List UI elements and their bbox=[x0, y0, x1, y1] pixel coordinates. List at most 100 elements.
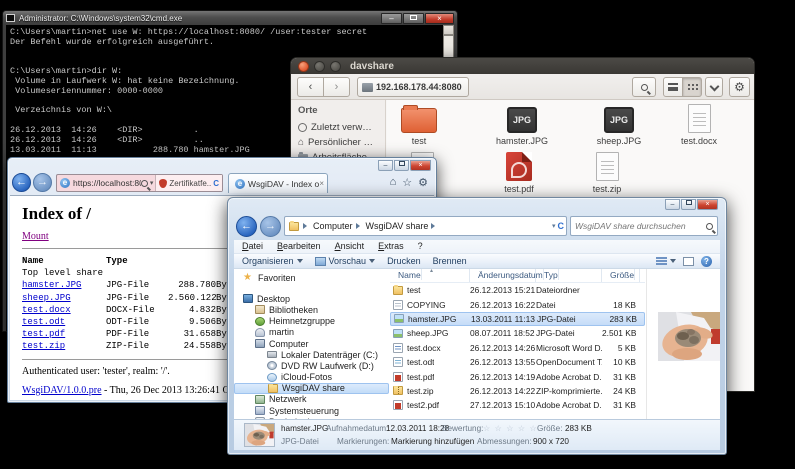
tree-item-martin[interactable]: martin bbox=[234, 327, 389, 338]
tree-item-desktop[interactable]: Desktop bbox=[234, 293, 389, 304]
file-item-test-folder[interactable]: test bbox=[387, 101, 451, 146]
breadcrumb-computer[interactable]: Computer bbox=[313, 221, 353, 231]
file-item-sheep-jpg[interactable]: JPG sheep.JPG bbox=[587, 101, 651, 146]
organize-button[interactable]: Organisieren bbox=[242, 256, 303, 266]
minimize-button[interactable]: – bbox=[381, 13, 402, 24]
tree-item-wsgidav-share[interactable]: WsgiDAV share bbox=[234, 383, 389, 394]
back-button[interactable]: ‹ bbox=[297, 77, 324, 97]
search-button[interactable] bbox=[632, 77, 656, 97]
file-row-sheep-jpg[interactable]: sheep.JPG 08.07.2011 18:52JPG-Datei2.501… bbox=[390, 326, 645, 340]
menu-bearbeiten[interactable]: Bearbeiten bbox=[277, 241, 321, 253]
sidebar-item-recent[interactable]: Zuletzt verw… bbox=[291, 120, 385, 135]
maximize-button[interactable] bbox=[403, 13, 424, 24]
file-link[interactable]: test.odt bbox=[22, 317, 65, 327]
mount-link[interactable]: Mount bbox=[22, 231, 49, 242]
file-row-test-odt[interactable]: test.odt 26.12.2013 13:55OpenDocument T.… bbox=[390, 355, 645, 369]
dropdown-icon[interactable]: ▾ bbox=[150, 179, 154, 187]
file-row-hamster-jpg-selected[interactable]: hamster.JPG 13.03.2011 11:13JPG-Datei283… bbox=[390, 312, 645, 326]
back-button[interactable]: ← bbox=[236, 216, 257, 237]
certificate-error-button[interactable]: Zertifikatfe.. C bbox=[155, 175, 222, 191]
file-item-test-zip[interactable]: test.zip bbox=[575, 149, 639, 194]
column-header-date[interactable]: Änderungsdatum bbox=[470, 269, 536, 282]
scroll-up-icon[interactable] bbox=[443, 25, 454, 35]
search-input[interactable] bbox=[575, 221, 706, 231]
location-breadcrumb[interactable]: 192.168.178.44:8080 bbox=[357, 77, 469, 97]
minimize-button[interactable] bbox=[314, 61, 325, 72]
file-row-test[interactable]: test 26.12.2013 15:21Dateiordner bbox=[390, 283, 645, 297]
forward-button[interactable]: › bbox=[323, 77, 350, 97]
file-item-hamster-jpg[interactable]: JPG hamster.JPG bbox=[490, 101, 554, 146]
file-item-test-pdf[interactable]: test.pdf bbox=[487, 149, 551, 194]
menu-ansicht[interactable]: Ansicht bbox=[335, 241, 365, 253]
maximize-button[interactable] bbox=[681, 199, 696, 210]
nautilus-titlebar[interactable]: davshare bbox=[291, 58, 754, 74]
address-bar[interactable]: Computer WsgiDAV share ▾ C bbox=[284, 216, 567, 236]
tree-item-dvd-laufwerk[interactable]: DVD RW Laufwerk (D:) bbox=[234, 360, 389, 371]
url-text[interactable]: https://localhost:8080/ bbox=[73, 178, 141, 188]
tree-item-heimnetzgruppe[interactable]: Heimnetzgruppe bbox=[234, 316, 389, 327]
view-options-button[interactable] bbox=[705, 77, 723, 97]
address-bar[interactable]: e https://localhost:8080/ ▾ Zertifikatfe… bbox=[56, 174, 223, 192]
wsgidav-version-link[interactable]: WsgiDAV/1.0.0.pre bbox=[22, 385, 102, 396]
sidebar-item-home[interactable]: ⌂Persönlicher … bbox=[291, 135, 385, 150]
tab-close-icon[interactable]: × bbox=[319, 179, 324, 188]
close-button[interactable]: × bbox=[697, 199, 718, 210]
print-button[interactable]: Drucken bbox=[387, 256, 421, 266]
address-dropdown-icon[interactable]: ▾ bbox=[552, 222, 556, 230]
tree-item-systemsteuerung[interactable]: Systemsteuerung bbox=[234, 405, 389, 416]
tree-item-bibliotheken[interactable]: Bibliotheken bbox=[234, 304, 389, 315]
close-button[interactable] bbox=[298, 61, 309, 72]
burn-button[interactable]: Brennen bbox=[433, 256, 467, 266]
tree-item-computer[interactable]: Computer bbox=[234, 338, 389, 349]
maximize-button[interactable] bbox=[394, 160, 409, 171]
cmd-titlebar[interactable]: Administrator: C:\Windows\system32\cmd.e… bbox=[3, 11, 457, 25]
column-header-type[interactable]: Typ bbox=[536, 269, 602, 282]
menu-help[interactable]: ? bbox=[418, 241, 423, 253]
menu-extras[interactable]: Extras bbox=[378, 241, 404, 253]
forward-button[interactable]: → bbox=[260, 216, 281, 237]
column-header-size[interactable]: Größe bbox=[602, 269, 640, 282]
search-box[interactable] bbox=[570, 216, 718, 236]
tree-item-netzwerk[interactable]: Netzwerk bbox=[234, 394, 389, 405]
status-tags-value[interactable]: Markierung hinzufügen bbox=[391, 437, 474, 446]
menu-button[interactable]: ⚙ bbox=[729, 77, 750, 97]
file-link[interactable]: hamster.JPG bbox=[22, 280, 81, 290]
close-button[interactable]: × bbox=[410, 160, 431, 171]
minimize-button[interactable]: – bbox=[378, 160, 393, 171]
file-row-copying[interactable]: COPYING 26.12.2013 16:22Datei18 KB bbox=[390, 297, 645, 311]
file-link[interactable]: test.docx bbox=[22, 305, 71, 315]
preview-pane-toggle-icon[interactable] bbox=[683, 257, 694, 266]
refresh-icon[interactable]: C bbox=[558, 221, 565, 231]
file-row-test-docx[interactable]: test.docx 26.12.2013 14:26Microsoft Word… bbox=[390, 341, 645, 355]
close-button[interactable]: × bbox=[425, 13, 454, 24]
file-row-test2-pdf[interactable]: test2.pdf 27.12.2013 15:10Adobe Acrobat … bbox=[390, 398, 645, 412]
column-header-name[interactable]: ▴Name bbox=[390, 269, 470, 282]
refresh-icon[interactable]: C bbox=[213, 179, 219, 188]
file-link[interactable]: sheep.JPG bbox=[22, 293, 71, 303]
file-link[interactable]: test.zip bbox=[22, 341, 65, 351]
tree-item-lokaler-datentraeger[interactable]: Lokaler Datenträger (C:) bbox=[234, 349, 389, 360]
favorites-star-icon[interactable]: ☆ bbox=[402, 176, 412, 189]
forward-button[interactable]: → bbox=[33, 173, 52, 192]
tab-index-of[interactable]: e WsgiDAV - Index of / × bbox=[228, 173, 328, 193]
help-icon[interactable]: ? bbox=[701, 256, 712, 267]
minimize-button[interactable]: – bbox=[665, 199, 680, 210]
back-button[interactable]: ← bbox=[12, 173, 31, 192]
tree-item-icloud-fotos[interactable]: iCloud-Fotos bbox=[234, 372, 389, 383]
menu-datei[interactable]: Datei bbox=[242, 241, 263, 253]
preview-button[interactable]: Vorschau bbox=[315, 256, 376, 266]
list-view-button[interactable] bbox=[663, 77, 683, 97]
search-icon[interactable] bbox=[141, 180, 148, 187]
file-link[interactable]: test.pdf bbox=[22, 329, 65, 339]
tree-item-favoriten[interactable]: Favoriten bbox=[234, 272, 389, 283]
grid-view-button[interactable] bbox=[682, 77, 702, 97]
file-row-test-pdf[interactable]: test.pdf 26.12.2013 14:19Adobe Acrobat D… bbox=[390, 369, 645, 383]
settings-gear-icon[interactable]: ⚙ bbox=[418, 176, 428, 189]
file-item-test-docx[interactable]: test.docx bbox=[667, 101, 731, 146]
file-row-test-zip[interactable]: test.zip 26.12.2013 14:22ZIP-komprimiert… bbox=[390, 384, 645, 398]
home-icon[interactable]: ⌂ bbox=[390, 176, 397, 189]
change-view-button[interactable] bbox=[656, 256, 676, 266]
maximize-button[interactable] bbox=[330, 61, 341, 72]
breadcrumb-wsgidav-share[interactable]: WsgiDAV share bbox=[366, 221, 429, 231]
rating-stars[interactable]: ☆ ☆ ☆ ☆ ☆ bbox=[483, 423, 538, 433]
